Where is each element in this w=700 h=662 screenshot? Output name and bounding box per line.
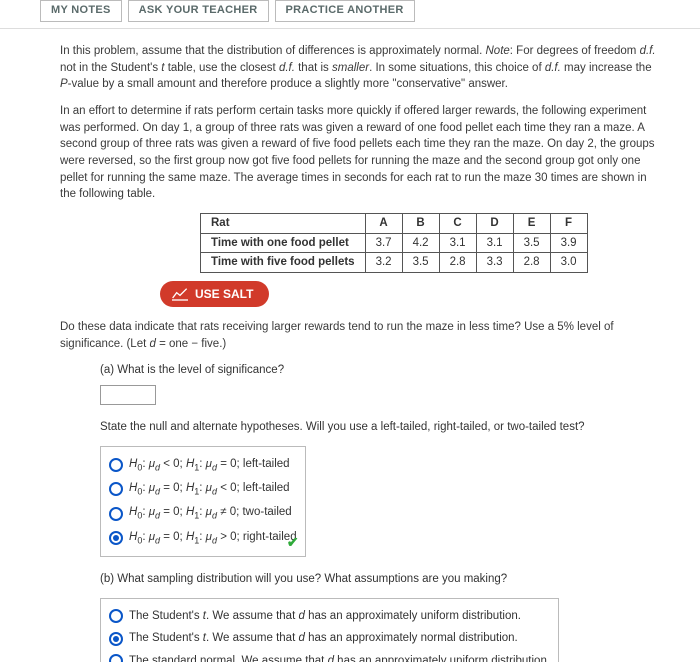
hdr-c: C (439, 214, 476, 234)
hdr-rat: Rat (201, 214, 366, 234)
intro-experiment: In an effort to determine if rats perfor… (60, 103, 664, 203)
problem-body: In this problem, assume that the distrib… (0, 29, 700, 662)
ask-teacher-button[interactable]: ASK YOUR TEACHER (128, 0, 269, 22)
use-salt-button[interactable]: USE SALT (160, 281, 269, 307)
hyp-option-4[interactable]: H0: μd = 0; H1: μd > 0; right-tailed (109, 526, 297, 550)
table-row: Time with one food pellet 3.74.23.1 3.13… (201, 233, 588, 253)
part-b-label: (b) What sampling distribution will you … (100, 571, 664, 588)
hdr-a: A (365, 214, 402, 234)
hdr-d: D (476, 214, 513, 234)
radio-icon (109, 458, 123, 472)
data-table: Rat A B C D E F Time with one food pelle… (200, 213, 588, 273)
table-row: Time with five food pellets 3.23.52.8 3.… (201, 253, 588, 273)
chart-icon (172, 287, 188, 301)
significance-input[interactable] (100, 385, 156, 405)
dist-option-2[interactable]: The Student's t. We assume that d has an… (109, 627, 550, 650)
hypotheses-prompt: State the null and alternate hypotheses.… (100, 419, 664, 436)
hdr-f: F (550, 214, 587, 234)
hyp-option-1[interactable]: H0: μd < 0; H1: μd = 0; left-tailed (109, 453, 297, 477)
top-button-bar: MY NOTES ASK YOUR TEACHER PRACTICE ANOTH… (0, 0, 700, 29)
radio-icon (109, 482, 123, 496)
radio-icon (109, 507, 123, 521)
main-question: Do these data indicate that rats receivi… (60, 319, 664, 352)
dist-option-1[interactable]: The Student's t. We assume that d has an… (109, 605, 550, 628)
practice-another-button[interactable]: PRACTICE ANOTHER (275, 0, 415, 22)
radio-icon (109, 654, 123, 662)
hyp-option-2[interactable]: H0: μd = 0; H1: μd < 0; left-tailed (109, 477, 297, 501)
hypotheses-options: H0: μd < 0; H1: μd = 0; left-tailed H0: … (100, 446, 306, 557)
hdr-e: E (513, 214, 550, 234)
distribution-options: The Student's t. We assume that d has an… (100, 598, 559, 662)
radio-icon (109, 609, 123, 623)
radio-icon (109, 632, 123, 646)
radio-icon (109, 531, 123, 545)
hdr-b: B (402, 214, 439, 234)
my-notes-button[interactable]: MY NOTES (40, 0, 122, 22)
check-icon: ✔ (287, 532, 299, 552)
part-a-label: (a) What is the level of significance? (100, 362, 664, 379)
dist-option-3[interactable]: The standard normal. We assume that d ha… (109, 650, 550, 662)
intro-note: In this problem, assume that the distrib… (60, 43, 664, 93)
hyp-option-3[interactable]: H0: μd = 0; H1: μd ≠ 0; two-tailed (109, 501, 297, 525)
